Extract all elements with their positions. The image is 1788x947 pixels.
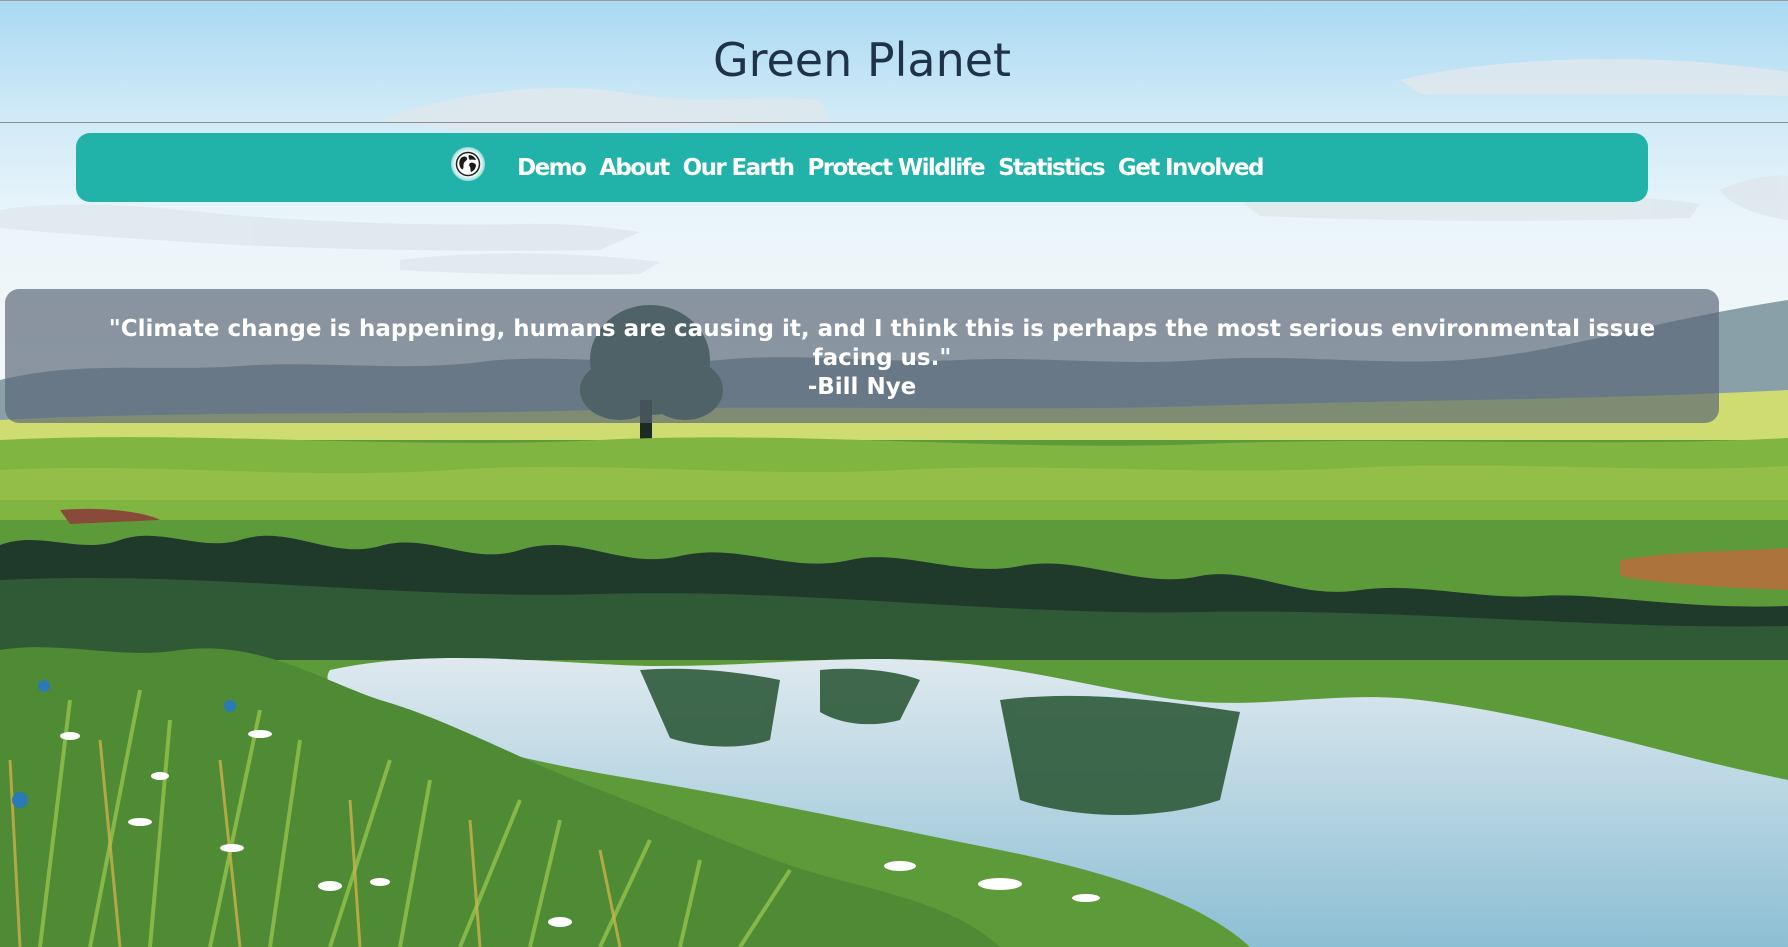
quote-text: "Climate change is happening, humans are… — [108, 316, 1656, 371]
header-divider — [0, 122, 1788, 123]
top-border — [0, 0, 1788, 1]
nav-link-about[interactable]: About — [599, 155, 670, 181]
nav-link-get-involved[interactable]: Get Involved — [1118, 155, 1265, 181]
nav-link-statistics[interactable]: Statistics — [998, 155, 1105, 181]
nav-links: Demo About Our Earth Protect Wildlife St… — [517, 155, 1265, 181]
nav-link-our-earth[interactable]: Our Earth — [683, 155, 795, 181]
site-title: Green Planet — [712, 33, 1012, 87]
nav-link-protect-wildlife[interactable]: Protect Wildlife — [807, 155, 985, 181]
nav-link-demo[interactable]: Demo — [517, 155, 587, 181]
nav-inner: Demo About Our Earth Protect Wildlife St… — [451, 146, 1265, 181]
quote-author: -Bill Nye — [807, 374, 917, 400]
quote-panel: "Climate change is happening, humans are… — [5, 289, 1719, 423]
main-navbar: Demo About Our Earth Protect Wildlife St… — [76, 133, 1648, 202]
globe-icon[interactable] — [451, 146, 486, 181]
